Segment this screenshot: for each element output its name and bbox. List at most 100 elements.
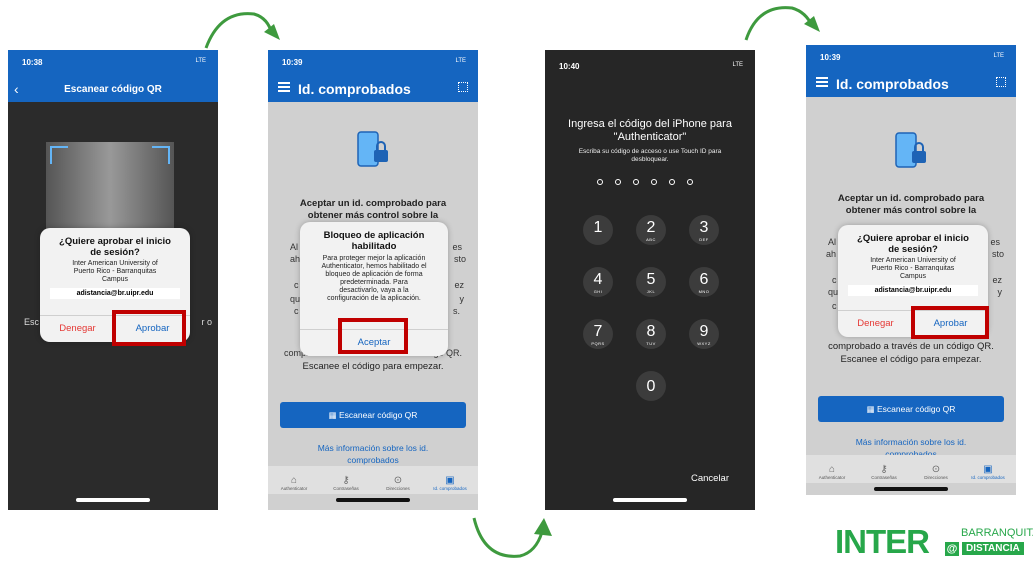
- status-bar: 10:38 LTE: [8, 50, 218, 76]
- passcode-hint-line2: desbloquear.: [631, 156, 669, 163]
- frag-right2: sto: [453, 254, 466, 264]
- dialog-org-line3: Campus: [101, 276, 129, 283]
- nav-item-authenticator[interactable]: ⌂ Authenticator: [806, 464, 858, 480]
- nav-item-passwords[interactable]: ⚷ Contraseñas: [320, 475, 372, 491]
- dialog-title-line1: ¿Quiere aprobar el inicio: [857, 233, 969, 244]
- nav-item-verified-ids[interactable]: ▣ Id. comprobados: [962, 464, 1014, 480]
- status-bar: 10:40 LTE: [545, 50, 755, 76]
- frag-right3: ez: [992, 275, 1002, 285]
- phone-lock-illustration-icon: [892, 131, 930, 173]
- phone-screen-qr-scan: 10:38 LTE ‹ Escanear código QR Esc r o ¿…: [8, 50, 218, 510]
- keypad-key-9[interactable]: 9 WXYZ: [689, 319, 719, 349]
- frag-left3: c: [294, 280, 299, 290]
- nav-item-addresses[interactable]: ⊙ Direcciones: [372, 475, 424, 491]
- status-bar: 10:39 LTE: [806, 45, 1016, 71]
- passcode-dot: [651, 179, 657, 185]
- scan-qr-label: Escanear código QR: [876, 404, 956, 414]
- signal-indicator: LTE: [455, 58, 466, 64]
- keypad-key-2[interactable]: 2 ABC: [636, 215, 666, 245]
- more-info-link-line1[interactable]: Más información sobre los id.: [826, 437, 996, 447]
- account-email: adistancia@br.uipr.edu: [848, 285, 978, 296]
- nav-item-authenticator[interactable]: ⌂ Authenticator: [268, 475, 320, 491]
- dialog-title-line2: habilitado: [351, 241, 397, 252]
- signal-indicator: LTE: [993, 53, 1004, 59]
- passcode-dot: [669, 179, 675, 185]
- signal-indicator: LTE: [195, 58, 206, 64]
- frag-left5: c: [832, 301, 837, 311]
- dialog-title-line2: de sesión?: [888, 244, 938, 255]
- phone-screen-approve-verified: 10:39 LTE Id. comprobados Aceptar un id.…: [806, 45, 1016, 495]
- keypad-key-4[interactable]: 4 GHI: [583, 267, 613, 297]
- keypad-key-8[interactable]: 8 TUV: [636, 319, 666, 349]
- nav-item-verified-ids[interactable]: ▣ Id. comprobados: [424, 475, 476, 491]
- qr-code-icon[interactable]: [458, 82, 468, 92]
- keypad-key-7[interactable]: 7 PQRS: [583, 319, 613, 349]
- frag-right4: y: [997, 287, 1003, 297]
- frag-left4: qu: [828, 287, 839, 297]
- nav-item-passwords[interactable]: ⚷ Contraseñas: [858, 464, 910, 480]
- background-text-right: r o: [201, 317, 212, 327]
- passcode-dot: [633, 179, 639, 185]
- heading-line2: obtener más control sobre la: [845, 205, 977, 216]
- body-line2: Escanee el código para empezar.: [840, 354, 982, 365]
- dialog-text-line5: desactivarlo, vaya a la: [339, 287, 409, 294]
- passcode-prompt-line1: Ingresa el código del iPhone para: [568, 118, 732, 130]
- passcode-prompt-line2: "Authenticator": [613, 131, 687, 143]
- hamburger-menu-icon[interactable]: [278, 82, 290, 92]
- qr-code-icon[interactable]: [996, 77, 1006, 87]
- body-line1: comprobado a través de un código QR.: [828, 341, 994, 352]
- frag-left3: c: [832, 275, 837, 285]
- keypad-key-3[interactable]: 3 DEF: [689, 215, 719, 245]
- dialog-text-line3: bloqueo de aplicación de forma: [325, 271, 423, 278]
- more-info-link-line2[interactable]: comprobados: [288, 455, 458, 465]
- frag-left4: qu: [290, 294, 301, 304]
- keypad-key-1[interactable]: 1: [583, 215, 613, 245]
- frag-left5: c: [294, 306, 299, 316]
- passcode-hint-line1: Escriba su código de acceso o use Touch …: [578, 148, 722, 155]
- frag-right5: s.: [452, 306, 460, 316]
- dialog-text-line2: Authenticator, hemos habilitado el: [321, 263, 427, 270]
- home-indicator: [613, 498, 687, 502]
- home-indicator: [336, 498, 410, 502]
- logo-distancia: DISTANCIA: [962, 542, 1024, 555]
- dialog-org-line1: Inter American University of: [870, 257, 956, 264]
- location-pin-icon: ⊙: [393, 475, 403, 486]
- status-bar: 10:39 LTE: [268, 50, 478, 76]
- phone-screen-passcode: 10:40 LTE Ingresa el código del iPhone p…: [545, 50, 755, 510]
- home-indicator: [874, 487, 948, 491]
- status-time: 10:38: [22, 58, 43, 67]
- bottom-nav: ⌂ Authenticator ⚷ Contraseñas ⊙ Direcciones…: [806, 455, 1016, 483]
- dialog-org-line3: Campus: [899, 273, 927, 280]
- hamburger-menu-icon[interactable]: [816, 77, 828, 87]
- logo-inter: INTER: [835, 523, 930, 560]
- keypad-key-6[interactable]: 6 MNO: [689, 267, 719, 297]
- highlight-approve: [112, 310, 186, 346]
- dialog-org-line2: Puerto Rico - Barranquitas: [73, 268, 157, 275]
- cancel-button[interactable]: Cancelar: [691, 473, 729, 484]
- page-title: Id. comprobados: [298, 81, 411, 97]
- logo-barranquitas: BARRANQUITAS: [961, 527, 1033, 539]
- dialog-title-line2: de sesión?: [90, 247, 140, 258]
- frag-right1: es: [452, 242, 462, 252]
- home-icon: ⌂: [290, 475, 298, 486]
- deny-button[interactable]: Denegar: [838, 311, 913, 337]
- dialog-text-line4: predeterminada. Para: [340, 279, 408, 286]
- deny-button[interactable]: Denegar: [40, 316, 115, 342]
- highlight-approve: [911, 306, 989, 339]
- scan-qr-button[interactable]: ▦ Escanear código QR: [280, 402, 466, 428]
- signal-indicator: LTE: [732, 62, 743, 68]
- id-card-icon: ▣: [445, 475, 455, 486]
- keypad-key-0[interactable]: 0: [636, 371, 666, 401]
- home-indicator: [76, 498, 150, 502]
- flow-arrow-icon: [204, 12, 280, 49]
- page-title: Id. comprobados: [836, 76, 949, 92]
- frag-right3: ez: [454, 280, 464, 290]
- id-card-icon: ▣: [983, 464, 993, 475]
- nav-item-addresses[interactable]: ⊙ Direcciones: [910, 464, 962, 480]
- logo-at: @: [945, 542, 959, 556]
- keypad-key-5[interactable]: 5 JKL: [636, 267, 666, 297]
- scan-qr-button[interactable]: ▦ Escanear código QR: [818, 396, 1004, 422]
- more-info-link-line1[interactable]: Más información sobre los id.: [288, 443, 458, 453]
- flow-arrow-icon: [744, 6, 820, 41]
- dialog-org-line2: Puerto Rico - Barranquitas: [871, 265, 955, 272]
